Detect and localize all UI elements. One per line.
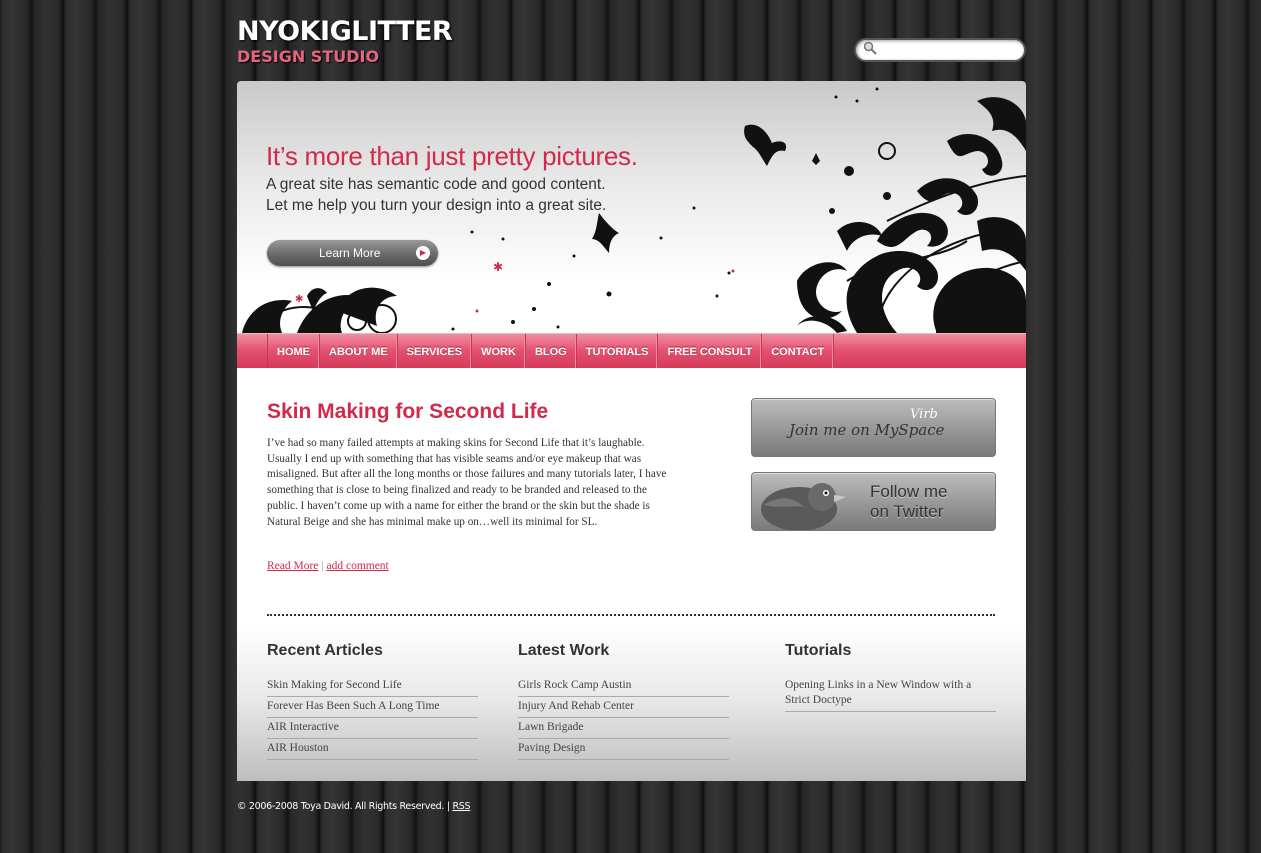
tutorials-title: Tutorials [785,642,852,659]
nav-item-home[interactable]: HOME [268,334,320,369]
list-item[interactable]: Skin Making for Second Life [267,676,478,697]
twitter-bird-icon [761,483,846,530]
footer: © 2006-2008 Toya David. All Rights Reser… [237,801,471,812]
recent-articles-title: Recent Articles [267,642,383,659]
twitter-label-line-2: on Twitter [870,502,944,521]
virb-overlay-text: Virb [910,407,938,422]
search-input[interactable] [880,42,1020,58]
hero-subtitle-line-2: Let me help you turn your design into a … [266,197,607,214]
learn-more-button[interactable]: Learn More ▶ [267,240,438,266]
hero-title: It’s more than just pretty pictures. [266,141,638,171]
learn-more-label: Learn More [319,246,381,260]
list-item[interactable]: Girls Rock Camp Austin [518,676,729,697]
brand-name: NYOKIGLITTER [237,16,453,47]
list-item[interactable]: Paving Design [518,739,729,760]
section-divider [267,614,995,616]
main-nav: HOME ABOUT ME SERVICES WORK BLOG TUTORIA… [237,333,1026,369]
myspace-label: Join me on MySpace [789,421,945,439]
list-item[interactable]: Injury And Rehab Center [518,697,729,718]
svg-text:✱: ✱ [493,260,503,274]
hero-subtitle-line-1: A great site has semantic code and good … [266,176,606,193]
list-item[interactable]: Lawn Brigade [518,718,729,739]
list-item[interactable]: AIR Interactive [267,718,478,739]
read-more-link[interactable]: Read More [267,560,318,572]
twitter-label: Follow me on Twitter [870,482,947,522]
nav-item-tutorials[interactable]: TUTORIALS [577,334,659,369]
svg-text:✱: ✱ [295,294,303,305]
hero-banner: ✱ ✱ It’s more than just pretty pictures.… [237,81,1026,333]
nav-item-about-me[interactable]: ABOUT ME [320,334,398,369]
twitter-label-line-1: Follow me [870,482,948,501]
recent-articles-column: Recent Articles Skin Making for Second L… [267,642,478,760]
nav-item-contact[interactable]: CONTACT [762,334,835,369]
list-item[interactable]: AIR Houston [267,739,478,760]
brand-tagline: DESIGN STUDIO [237,47,380,66]
tutorials-column: Tutorials Opening Links in a New Window … [785,642,996,712]
list-item[interactable]: Forever Has Been Such A Long Time [267,697,478,718]
link-separator: | [321,560,324,572]
post-excerpt: I’ve had so many failed attempts at maki… [267,437,667,528]
nav-item-free-consult[interactable]: FREE CONSULT [658,334,763,369]
nav-item-work[interactable]: WORK [472,334,526,369]
search-icon[interactable] [863,41,877,59]
nav-item-services[interactable]: SERVICES [398,334,473,369]
post-links: Read More | add comment [267,560,389,572]
copyright-text: © 2006-2008 Toya David. All Rights Reser… [237,801,445,812]
nav-item-blog[interactable]: BLOG [526,334,577,369]
play-arrow-icon: ▶ [416,246,430,260]
list-item[interactable]: Opening Links in a New Window with a Str… [785,676,996,712]
latest-work-column: Latest Work Girls Rock Camp Austin Injur… [518,642,729,760]
rss-link[interactable]: RSS [452,801,470,812]
add-comment-link[interactable]: add comment [326,560,388,572]
myspace-button[interactable]: Join me on MySpace Virb [751,398,996,457]
search-box[interactable] [854,38,1026,62]
brand-logo[interactable]: NYOKIGLITTER DESIGN STUDIO [237,16,453,66]
post-title[interactable]: Skin Making for Second Life [267,400,548,424]
latest-work-title: Latest Work [518,642,610,659]
footer-separator: | [446,801,450,812]
main-content: Skin Making for Second Life I’ve had so … [237,368,1026,781]
twitter-button[interactable]: Follow me on Twitter [751,472,996,531]
